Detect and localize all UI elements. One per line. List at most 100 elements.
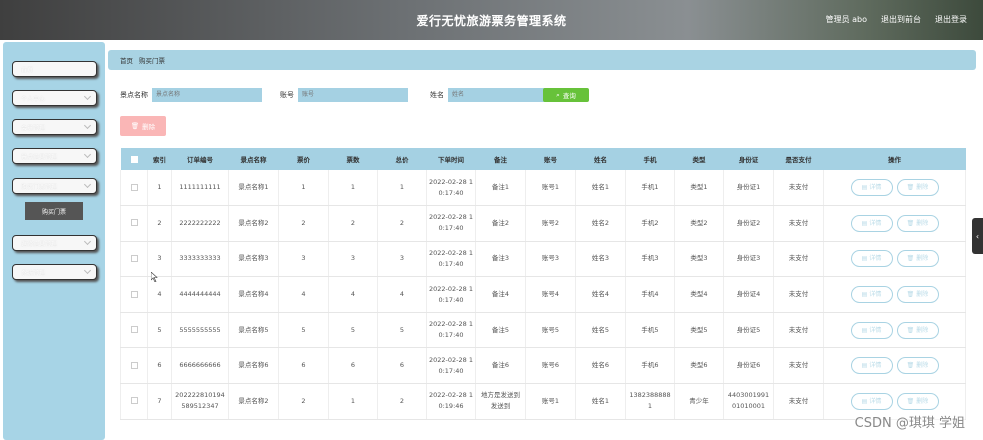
row-checkbox-cell (120, 241, 148, 278)
table-cell: 备注3 (475, 241, 526, 278)
table-cell: 3 (328, 241, 378, 278)
table-cell: 类型5 (674, 312, 724, 349)
row-checkbox-cell (120, 383, 148, 420)
table-cell: 账号1 (525, 170, 576, 207)
detail-button[interactable]: ▤ 详情 (850, 321, 893, 339)
table-row: 1 1111111111 景点名称1 1 1 1 2022-02-28 10:17:40 备注… (120, 170, 966, 207)
table-cell: 类型2 (674, 205, 724, 242)
table-cell: 姓名1 (575, 383, 626, 420)
table-cell: 手机1 (625, 170, 675, 207)
batch-delete-button[interactable]: 🗑 删除 (120, 116, 166, 136)
table-cell: 手机5 (625, 312, 675, 349)
detail-button[interactable]: ▤ 详情 (850, 179, 893, 197)
breadcrumb-home[interactable]: 首页 (120, 55, 133, 65)
sidebar-item-home[interactable]: 首页 (12, 61, 97, 77)
delete-button[interactable]: 🗑 删除 (896, 321, 939, 339)
detail-button[interactable]: ▤ 详情 (850, 392, 893, 410)
admin-user: 管理员 abo (825, 15, 867, 24)
delete-button[interactable]: 🗑 删除 (896, 179, 939, 197)
table-cell: 未支付 (773, 312, 824, 349)
sidebar-item-scenic-management[interactable]: 景点信息管理 (12, 148, 97, 164)
table-cell: 2 (278, 205, 329, 242)
sidebar: 首页 个人中心 会员管理 景点信息管理 购买门票管理 返修信息管理 系统管理 (3, 42, 105, 440)
table-row: 4 4444444444 景点名称4 4 4 4 2022-02-28 10:17:40 备注… (120, 276, 966, 313)
scenic-name-input[interactable] (152, 88, 262, 102)
sidebar-item-repair-management[interactable]: 返修信息管理 (12, 235, 97, 251)
column-header: 姓名 (575, 148, 626, 170)
detail-button-label: 详情 (869, 219, 882, 227)
name-input[interactable] (448, 88, 558, 102)
row-checkbox[interactable] (130, 326, 138, 334)
trash-icon: 🗑 (906, 255, 915, 263)
trash-icon: 🗑 (906, 219, 915, 227)
chevron-down-icon (83, 266, 92, 275)
table-row: 2 2222222222 景点名称2 2 2 2 2022-02-28 10:17:40 备注… (120, 205, 966, 242)
table-cell: 账号4 (525, 276, 576, 313)
detail-button[interactable]: ▤ 详情 (850, 286, 893, 304)
trash-icon: 🗑 (906, 326, 915, 334)
table-cell: 1111111111 (171, 170, 229, 207)
delete-button[interactable]: 🗑 删除 (896, 286, 939, 304)
chevron-down-icon (83, 237, 92, 246)
table-cell: 姓名5 (575, 312, 626, 349)
column-header: 景点名称 (228, 148, 279, 170)
select-all-checkbox[interactable] (130, 155, 138, 163)
sidebar-item-system-management[interactable]: 系统管理 (12, 264, 97, 280)
document-icon: ▤ (861, 184, 868, 192)
back-to-front-link[interactable]: 退出到前台 (881, 14, 921, 25)
column-header: 订单编号 (171, 148, 229, 170)
sidebar-item-ticket-management[interactable]: 购买门票管理 (12, 178, 97, 194)
search-button[interactable]: ⌕ 查询 (543, 88, 589, 102)
chevron-down-icon (83, 180, 92, 189)
sidebar-item-personal-center[interactable]: 个人中心 (12, 90, 97, 106)
row-checkbox[interactable] (130, 254, 138, 262)
table-cell: 5 (328, 312, 378, 349)
row-checkbox[interactable] (130, 219, 138, 227)
table-cell: 账号3 (525, 241, 576, 278)
table-cell: 2022-02-28 10:17:40 (426, 312, 476, 349)
table-cell: 6 (377, 347, 427, 385)
delete-button[interactable]: 🗑 删除 (896, 392, 939, 410)
column-header: 索引 (147, 148, 172, 170)
row-checkbox[interactable] (130, 290, 138, 298)
document-icon: ▤ (861, 255, 868, 263)
table-cell: 景点名称4 (228, 276, 279, 313)
sidebar-item-member-management[interactable]: 会员管理 (12, 119, 97, 135)
table-cell: 202222810194589512347 (171, 383, 229, 420)
delete-button[interactable]: 🗑 删除 (896, 214, 939, 232)
row-actions: ▤ 详情 🗑 删除 (823, 347, 966, 385)
row-checkbox[interactable] (130, 183, 138, 191)
delete-button-label: 删除 (916, 291, 929, 299)
table-cell: 7 (147, 383, 172, 420)
trash-icon: 🗑 (130, 122, 140, 130)
detail-button[interactable]: ▤ 详情 (850, 357, 893, 375)
sidebar-item-label: 会员管理 (21, 124, 46, 132)
column-header: 手机 (625, 148, 675, 170)
table-cell: 6 (147, 347, 172, 385)
row-actions: ▤ 详情 🗑 删除 (823, 276, 966, 313)
row-checkbox[interactable] (130, 397, 138, 405)
detail-button[interactable]: ▤ 详情 (850, 250, 893, 268)
table-cell: 青少年 (674, 383, 724, 420)
account-input[interactable] (298, 88, 408, 102)
table-cell: 13823888881 (625, 383, 675, 420)
delete-button-label: 删除 (916, 362, 929, 370)
select-all-checkbox-cell[interactable] (120, 148, 148, 170)
search-bar: 景点名称 账号 姓名 (120, 88, 570, 102)
delete-button[interactable]: 🗑 删除 (896, 250, 939, 268)
table-row: 6 6666666666 景点名称6 6 6 6 2022-02-28 10:17:40 备注… (120, 347, 966, 385)
row-checkbox[interactable] (130, 361, 138, 369)
logout-link[interactable]: 退出登录 (935, 14, 967, 25)
table-cell: 身份证2 (723, 205, 774, 242)
table-cell: 2022-02-28 10:17:40 (426, 276, 476, 313)
table-cell: 2022-02-28 10:17:40 (426, 241, 476, 278)
name-label: 姓名 (430, 91, 444, 99)
table-cell: 6 (328, 347, 378, 385)
action-group: ▤ 详情 🗑 删除 (850, 357, 939, 375)
detail-button[interactable]: ▤ 详情 (850, 214, 893, 232)
sidebar-subitem-buy-ticket[interactable]: 购买门票 (25, 202, 83, 220)
table-cell: 2 (147, 205, 172, 242)
delete-button[interactable]: 🗑 删除 (896, 357, 939, 375)
collapse-tab[interactable]: ‹ (972, 218, 983, 254)
row-checkbox-cell (120, 205, 148, 242)
